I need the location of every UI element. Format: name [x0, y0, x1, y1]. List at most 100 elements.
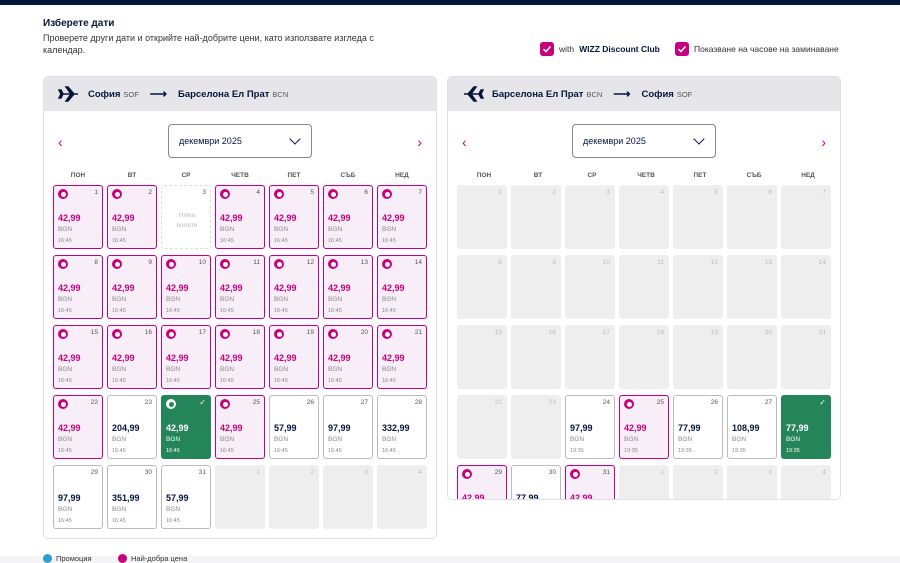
day-cell: 2	[673, 465, 723, 499]
day-departure-time: 16:45	[166, 308, 180, 314]
day-cell[interactable]: 28 332,99 BGN 16:45	[377, 395, 427, 459]
day-cell[interactable]: 19 42,99 BGN 16:45	[269, 325, 319, 389]
day-price: 42,99	[58, 423, 81, 433]
checkbox-checked-icon[interactable]	[540, 42, 554, 56]
day-number: 28	[414, 399, 422, 406]
day-cell[interactable]: 3077,99BGN19:35	[511, 465, 561, 499]
day-currency: BGN	[328, 366, 343, 373]
day-number: 5	[714, 189, 718, 196]
day-number: 29	[494, 469, 502, 476]
day-cell[interactable]: 2 42,99 BGN 16:45	[107, 185, 157, 249]
day-number: 3	[606, 189, 610, 196]
day-cell[interactable]: ✓2877,99BGN19:35	[781, 395, 831, 459]
day-number: 26	[306, 399, 314, 406]
day-departure-time: 16:45	[112, 238, 126, 244]
day-cell[interactable]: 8 42,99 BGN 16:45	[53, 255, 103, 319]
day-number: 15	[90, 329, 98, 336]
day-cell[interactable]: 1 42,99 BGN 16:45	[53, 185, 103, 249]
day-currency: BGN	[112, 226, 127, 233]
day-number: 9	[552, 259, 556, 266]
chevron-down-icon	[289, 133, 301, 145]
day-price: 42,99	[166, 353, 189, 363]
prev-month-icon[interactable]: ‹	[58, 134, 63, 150]
day-cell[interactable]: 12 42,99 BGN 16:45	[269, 255, 319, 319]
checkbox-checked-icon[interactable]	[675, 42, 689, 56]
day-currency: BGN	[220, 226, 235, 233]
day-cell[interactable]: 20 42,99 BGN 16:45	[323, 325, 373, 389]
day-price: 42,99	[220, 283, 243, 293]
day-cell[interactable]: 2942,99BGN19:35	[457, 465, 507, 500]
day-cell[interactable]: 31 57,99 BGN 16:45	[161, 465, 211, 529]
day-departure-time: 16:45	[112, 518, 126, 524]
day-cell: 6	[727, 185, 777, 249]
day-departure-time: 19:35	[678, 448, 692, 454]
day-cell: 8	[457, 255, 507, 319]
day-departure-time: 16:45	[328, 308, 342, 314]
day-cell[interactable]: 6 42,99 BGN 16:45	[323, 185, 373, 249]
day-cell[interactable]: 26 77,99 BGN 19:35	[673, 395, 723, 459]
day-number: 18	[252, 329, 260, 336]
prev-month-icon[interactable]: ‹	[462, 134, 467, 150]
day-cell: 9	[511, 255, 561, 319]
day-cell[interactable]: 23 204,99 BGN 16:45	[107, 395, 157, 459]
day-cell[interactable]: 14 42,99 BGN 16:45	[377, 255, 427, 319]
show-times-toggle[interactable]: Показване на часове на заминаване	[675, 42, 839, 56]
day-cell[interactable]: 25 42,99 BGN 19:35	[619, 395, 669, 459]
next-month-icon[interactable]: ›	[821, 134, 826, 150]
day-cell[interactable]: 13 42,99 BGN 16:45	[323, 255, 373, 319]
day-cell[interactable]: 27 108,99 BGN 19:35	[727, 395, 777, 459]
discount-club-toggle[interactable]: with WIZZ Discount Club	[540, 42, 660, 56]
day-currency: BGN	[58, 506, 73, 513]
best-price-icon	[328, 329, 338, 339]
day-cell[interactable]: 26 57,99 BGN 16:45	[269, 395, 319, 459]
day-departure-time: 16:45	[274, 378, 288, 384]
day-cell: 19	[673, 325, 723, 389]
weekday-label: ЧЕТВ	[231, 172, 249, 179]
day-cell[interactable]: 25 42,99 BGN 16:45	[215, 395, 265, 459]
day-price: 351,99	[112, 493, 140, 503]
not-flying-label: Няма полети	[176, 212, 198, 229]
day-cell[interactable]: 30 351,99 BGN 16:45	[107, 465, 157, 529]
day-cell: 3	[727, 465, 777, 499]
day-cell[interactable]: 18 42,99 BGN 16:45	[215, 325, 265, 389]
day-cell[interactable]: 15 42,99 BGN 16:45	[53, 325, 103, 389]
day-number: 22	[90, 399, 98, 406]
day-price: 42,99	[220, 423, 243, 433]
next-month-icon[interactable]: ›	[417, 134, 422, 150]
day-price: 42,99	[328, 353, 351, 363]
day-cell[interactable]: 4 42,99 BGN 16:45	[215, 185, 265, 249]
day-cell[interactable]: 7 42,99 BGN 16:45	[377, 185, 427, 249]
day-cell[interactable]: 29 97,99 BGN 16:45	[53, 465, 103, 529]
weekday-label: ВТ	[127, 172, 137, 179]
day-cell[interactable]: 5 42,99 BGN 16:45	[269, 185, 319, 249]
day-cell[interactable]: 24 97,99 BGN 19:35	[565, 395, 615, 459]
day-cell[interactable]: 22 42,99 BGN 16:45	[53, 395, 103, 459]
day-cell[interactable]: 9 42,99 BGN 16:45	[107, 255, 157, 319]
day-cell[interactable]: 10 42,99 BGN 16:45	[161, 255, 211, 319]
day-cell[interactable]: 27 97,99 BGN 16:45	[323, 395, 373, 459]
best-price-icon	[382, 189, 392, 199]
day-cell[interactable]: 11 42,99 BGN 16:45	[215, 255, 265, 319]
day-departure-time: 16:45	[166, 448, 180, 454]
weekday-label: СР	[587, 172, 597, 179]
day-departure-time: 16:45	[328, 378, 342, 384]
day-price: 42,99	[328, 283, 351, 293]
day-cell[interactable]: 17 42,99 BGN 16:45	[161, 325, 211, 389]
day-departure-time: 19:35	[786, 448, 800, 454]
day-cell: 1	[619, 465, 669, 499]
day-number: 9	[148, 259, 152, 266]
day-cell[interactable]: 3142,99BGN19:35	[565, 465, 615, 499]
day-currency: BGN	[274, 366, 289, 373]
best-price-icon	[624, 399, 634, 409]
day-departure-time: 16:45	[166, 518, 180, 524]
day-price: 42,99	[462, 493, 485, 500]
day-cell[interactable]: ✓2442,99BGN16:45	[161, 395, 211, 459]
month-select[interactable]: декември 2025	[572, 124, 716, 158]
day-grid: 1 42,99 BGN 16:45 2 42,99 BGN 16:45 3 Няма полети…	[53, 185, 427, 529]
day-cell[interactable]: 16 42,99 BGN 16:45	[107, 325, 157, 389]
month-select[interactable]: декември 2025	[168, 124, 312, 158]
day-cell[interactable]: 21 42,99 BGN 16:45	[377, 325, 427, 389]
day-price: 42,99	[274, 213, 297, 223]
day-departure-time: 16:45	[112, 378, 126, 384]
day-number: 16	[548, 329, 556, 336]
